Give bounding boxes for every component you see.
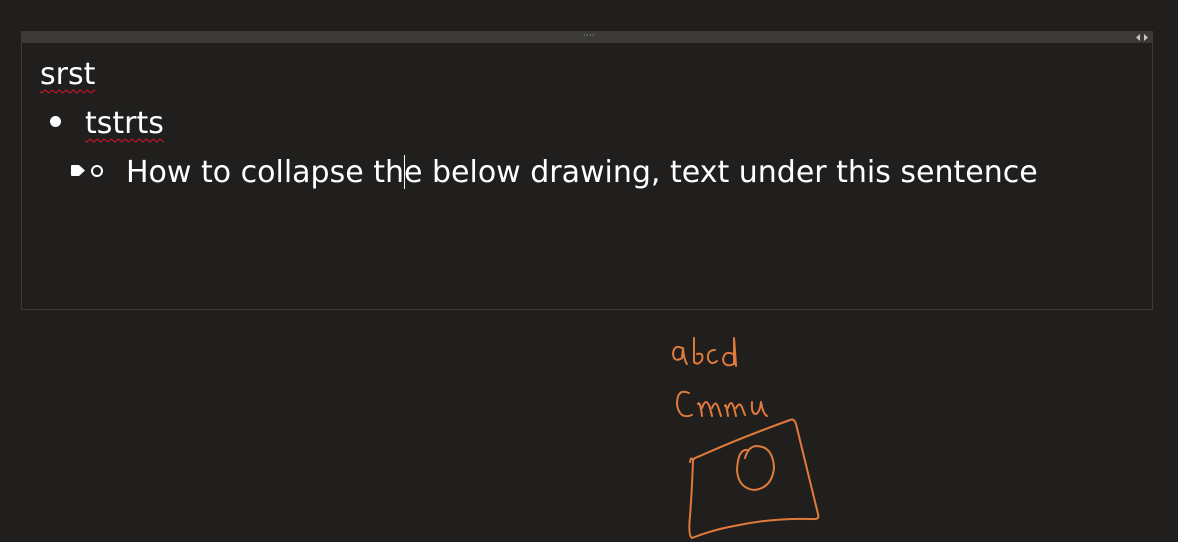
hollow-bullet-icon xyxy=(91,164,103,177)
ink-handwriting-abcd xyxy=(672,337,737,367)
resize-arrows-icon[interactable] xyxy=(1135,33,1149,42)
bullet-line[interactable]: tstrts xyxy=(50,106,164,142)
sub-bullet-line[interactable]: How to collapse the below drawing, text … xyxy=(70,154,1038,191)
note-container[interactable]: ···· srst tstrts How to collapse the bel… xyxy=(21,31,1153,310)
container-drag-handle[interactable]: ···· xyxy=(22,32,1152,43)
sub-bullet-text-after-cursor: e below drawing, text under this sentenc… xyxy=(403,155,1038,190)
note-title-text: srst xyxy=(40,57,96,92)
ink-drawing[interactable] xyxy=(660,330,830,542)
note-content[interactable]: srst tstrts How to collapse the below dr… xyxy=(22,43,1152,310)
text-cursor xyxy=(403,154,405,189)
ink-handwriting-cmmu xyxy=(676,390,768,418)
ink-circle xyxy=(736,445,775,491)
page-canvas[interactable]: ···· srst tstrts How to collapse the bel… xyxy=(0,0,1178,542)
grip-dots-icon[interactable]: ···· xyxy=(579,32,599,43)
title-line[interactable]: srst xyxy=(40,57,95,93)
filled-bullet-icon xyxy=(50,116,61,127)
ink-box xyxy=(688,418,820,539)
bullet-text: tstrts xyxy=(85,106,164,141)
sub-bullet-text-before-cursor: How to collapse th xyxy=(126,155,404,190)
collapse-arrow-icon[interactable] xyxy=(70,164,87,177)
